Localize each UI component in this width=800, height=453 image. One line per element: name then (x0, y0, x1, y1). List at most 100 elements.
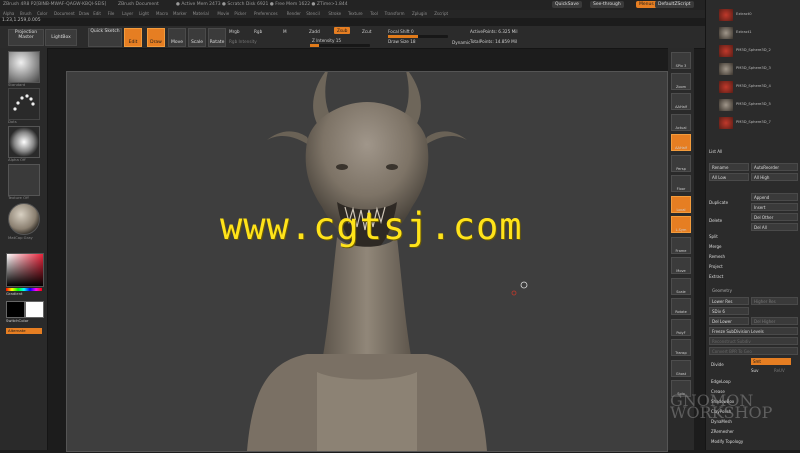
menu-item-color[interactable]: Color (37, 11, 47, 16)
all-low-button[interactable]: All Low (709, 173, 749, 181)
quick-sketch-button[interactable]: Quick Sketch (88, 28, 122, 47)
edit-button[interactable]: Edit (124, 28, 142, 47)
zadd-button[interactable]: Zadd (309, 29, 320, 34)
color-picker[interactable] (6, 253, 44, 287)
rgb-button[interactable]: Rgb (254, 29, 262, 34)
right-shelf-l-sym-button[interactable]: L.Sym (671, 216, 691, 233)
subtool-item[interactable]: PM3D_Sphere3D_4 (709, 80, 798, 95)
right-shelf-floor-button[interactable]: Floor (671, 175, 691, 192)
menu-item-alpha[interactable]: Alpha (3, 11, 14, 16)
extract-button[interactable]: Extract (709, 274, 723, 279)
menu-item-edit[interactable]: Edit (93, 11, 101, 16)
append-button[interactable]: Append (751, 193, 798, 201)
z-intensity-slider[interactable]: Z Intensity 15 (312, 38, 341, 43)
insert-button[interactable]: Insert (751, 203, 798, 211)
geometry-section-header[interactable]: Geometry (712, 288, 732, 293)
list-all-button[interactable]: List All (709, 149, 722, 154)
subtool-item[interactable]: PM3D_Sphere3D_2 (709, 44, 798, 59)
material-thumbnail[interactable] (8, 203, 40, 235)
brush-thumbnail[interactable] (8, 51, 40, 83)
menu-item-movie[interactable]: Movie (217, 11, 229, 16)
scale-button[interactable]: Scale (188, 28, 206, 47)
rgb-intensity-slider[interactable]: Rgb Intensity (229, 39, 257, 44)
move-button[interactable]: Move (168, 28, 186, 47)
menu-item-layer[interactable]: Layer (122, 11, 133, 16)
subtool-item[interactable]: Extract1 (709, 26, 798, 41)
secondary-color-swatch[interactable] (25, 301, 44, 318)
z-intensity-track[interactable] (310, 44, 370, 47)
autoreorder-button[interactable]: AutoReorder (751, 163, 798, 171)
focal-shift-slider[interactable]: Focal Shift 0 (388, 29, 414, 34)
focal-shift-track[interactable] (388, 35, 448, 38)
alpha-thumbnail[interactable] (8, 126, 40, 158)
right-shelf-transp-button[interactable]: Transp (671, 339, 691, 356)
all-high-button[interactable]: All High (751, 173, 798, 181)
m-button[interactable]: M (283, 29, 287, 34)
right-shelf-aahalf-button[interactable]: AAHalf (671, 134, 691, 151)
menu-item-macro[interactable]: Macro (156, 11, 168, 16)
menus-button[interactable]: Menus (636, 1, 657, 8)
divide-button[interactable]: Divide (711, 362, 724, 367)
menu-item-transform[interactable]: Transform (385, 11, 405, 16)
gradient-label[interactable]: Gradient (6, 291, 23, 296)
subtool-item[interactable]: Extract0 (709, 8, 798, 23)
modify-topology-section[interactable]: Modify Topology (711, 439, 743, 444)
convert-bpr-button[interactable]: Convert BPR To Geo (709, 347, 798, 355)
texture-thumbnail[interactable] (8, 164, 40, 196)
freeze-subdivision-button[interactable]: Freeze SubDivision Levels (709, 327, 798, 335)
default-zscript-button[interactable]: DefaultZScript (655, 1, 694, 8)
menu-item-material[interactable]: Material (193, 11, 209, 16)
menu-item-light[interactable]: Light (139, 11, 149, 16)
smt-toggle[interactable]: Smt (751, 358, 791, 365)
higher-res-button[interactable]: Higher Res (751, 297, 798, 305)
dynamic-button[interactable]: Dynamic (452, 40, 470, 45)
quicksave-button[interactable]: QuickSave (552, 1, 582, 8)
menu-item-brush[interactable]: Brush (20, 11, 32, 16)
draw-button[interactable]: Draw (147, 28, 165, 47)
merge-button[interactable]: Merge (709, 244, 722, 249)
menu-item-zscript[interactable]: Zscript (434, 11, 448, 16)
right-shelf-zoom-button[interactable]: Zoom (671, 72, 691, 90)
mrgb-button[interactable]: Mrgb (229, 29, 240, 34)
del-higher-button[interactable]: Del Higher (751, 317, 798, 325)
menu-item-stroke[interactable]: Stroke (328, 11, 341, 16)
duplicate-button[interactable]: Duplicate (709, 200, 728, 205)
right-shelf-frame-button[interactable]: Frame (671, 236, 691, 254)
right-shelf-move-button[interactable]: Move (671, 257, 691, 274)
menu-item-texture[interactable]: Texture (348, 11, 363, 16)
right-shelf-rotate-button[interactable]: Rotate (671, 298, 691, 315)
del-other-button[interactable]: Del Other (751, 213, 798, 221)
viewport-canvas[interactable] (66, 67, 668, 452)
delete-button[interactable]: Delete (709, 218, 722, 223)
menu-item-document[interactable]: Document (54, 11, 75, 16)
menu-item-tool[interactable]: Tool (370, 11, 378, 16)
menu-item-zplugin[interactable]: Zplugin (412, 11, 427, 16)
menu-item-preferences[interactable]: Preferences (254, 11, 278, 16)
zremesher-section[interactable]: ZRemesher (711, 429, 734, 434)
del-lower-button[interactable]: Del Lower (709, 317, 749, 325)
right-shelf-aahalf-button[interactable]: AAHalf (671, 93, 691, 110)
menu-item-stencil[interactable]: Stencil (306, 11, 320, 16)
menu-item-render[interactable]: Render (287, 11, 301, 16)
subtool-item[interactable]: PM3D_Sphere3D_3 (709, 62, 798, 77)
right-shelf-ghost-button[interactable]: Ghost (671, 359, 691, 377)
subtool-item[interactable]: PM3D_Sphere3D_5 (709, 98, 798, 113)
right-shelf-local-button[interactable]: Local (671, 195, 691, 213)
switch-color-button[interactable]: SwitchColor (6, 318, 28, 323)
split-button[interactable]: Split (709, 234, 718, 239)
see-through-slider[interactable]: See-through (590, 1, 624, 8)
stroke-thumbnail[interactable] (8, 88, 40, 120)
menu-item-file[interactable]: File (108, 11, 115, 16)
subtool-item[interactable]: PM3D_Sphere3D_7 (709, 116, 798, 131)
draw-size-slider[interactable]: Draw Size 18 (388, 39, 416, 44)
lower-res-button[interactable]: Lower Res (709, 297, 749, 305)
reuv-button[interactable]: ReUV (774, 368, 785, 373)
suv-toggle[interactable]: Suv (751, 368, 758, 373)
sdiv-slider[interactable]: SDiv 6 (709, 307, 749, 315)
remesh-button[interactable]: Remesh (709, 254, 725, 259)
rotate-button[interactable]: Rotate (208, 28, 226, 47)
del-all-button[interactable]: Del All (751, 223, 798, 231)
main-color-swatch[interactable] (6, 301, 25, 318)
right-shelf-actual-button[interactable]: Actual (671, 113, 691, 131)
rename-button[interactable]: Rename (709, 163, 749, 171)
